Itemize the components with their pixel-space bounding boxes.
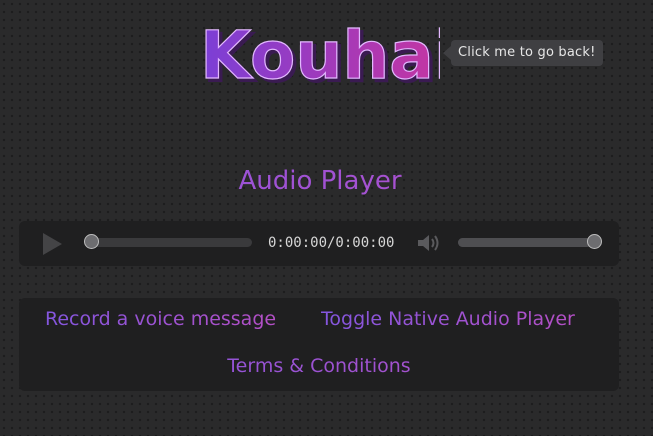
volume-fill bbox=[458, 238, 591, 247]
seek-handle[interactable] bbox=[84, 234, 99, 249]
page-title: Audio Player bbox=[0, 166, 640, 196]
logo-graphic: Kouhai Kouhai bbox=[200, 16, 440, 88]
links-panel: Record a voice message Toggle Native Aud… bbox=[19, 298, 619, 391]
tooltip-arrow bbox=[443, 46, 451, 60]
time-display: 0:00:00/0:00:00 bbox=[268, 235, 395, 251]
volume-icon[interactable] bbox=[416, 233, 442, 253]
toggle-native-player-link[interactable]: Toggle Native Audio Player bbox=[321, 308, 575, 330]
audio-player: 0:00:00/0:00:00 bbox=[19, 221, 619, 266]
volume-handle[interactable] bbox=[587, 234, 602, 249]
terms-link[interactable]: Terms & Conditions bbox=[19, 355, 619, 377]
volume-slider[interactable] bbox=[458, 234, 602, 249]
logo-text: Kouhai bbox=[200, 17, 440, 88]
record-voice-link[interactable]: Record a voice message bbox=[45, 308, 276, 330]
kouhai-logo[interactable]: Kouhai Kouhai bbox=[200, 8, 440, 88]
seek-bar[interactable] bbox=[84, 234, 252, 249]
back-tooltip-label[interactable]: Click me to go back! bbox=[451, 40, 603, 66]
play-icon[interactable] bbox=[43, 233, 62, 255]
back-tooltip[interactable]: Click me to go back! bbox=[443, 40, 603, 66]
